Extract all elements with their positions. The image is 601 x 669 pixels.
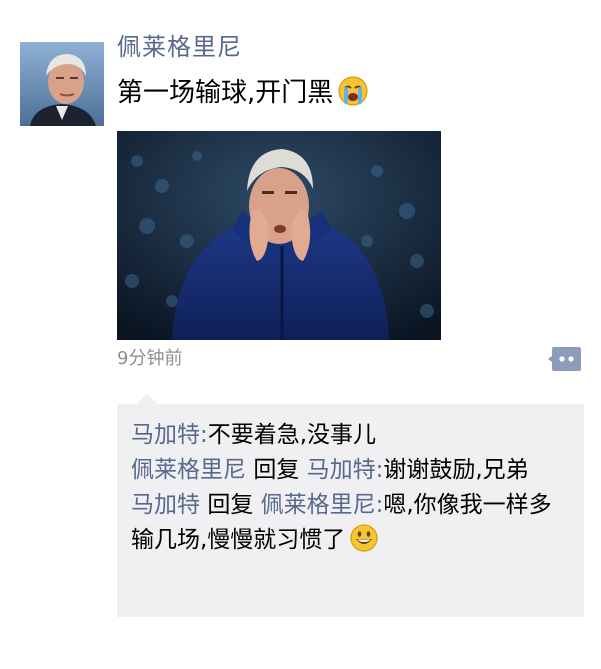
author-name[interactable]: 佩莱格里尼 (117, 30, 242, 64)
comment-item[interactable]: 佩莱格里尼 回复 马加特:谢谢鼓励,兄弟 (131, 453, 570, 488)
comment-text: 不要着急,没事儿 (207, 422, 377, 448)
comment-item[interactable]: 马加特:不要着急,没事儿 (131, 418, 570, 453)
comment-caret (137, 394, 157, 404)
reply-label: 回复 (207, 492, 254, 518)
comment-separator: : (200, 422, 208, 448)
commenter-name[interactable]: 佩莱格里尼 (131, 457, 246, 483)
post-time: 9分钟前 (117, 348, 183, 369)
commenter-name[interactable]: 马加特 (131, 492, 200, 518)
comment-button[interactable] (548, 346, 582, 372)
post-text-line: 第一场输球,开门黑 (117, 74, 369, 118)
comment-text: 谢谢鼓励,兄弟 (383, 457, 529, 483)
avatar[interactable] (20, 42, 104, 126)
post-text: 第一场输球,开门黑 (117, 78, 334, 108)
manager-photo (117, 131, 441, 340)
comment-section: 马加特:不要着急,没事儿 佩莱格里尼 回复 马加特:谢谢鼓励,兄弟 马加特 回复… (117, 394, 584, 617)
commenter-name[interactable]: 马加特 (131, 422, 200, 448)
crying-face-icon (337, 75, 369, 118)
avatar-image (20, 42, 104, 126)
grinning-face-icon (349, 523, 379, 564)
comment-item[interactable]: 马加特 回复 佩莱格里尼:嗯,你像我一样多输几场,慢慢就习惯了 (131, 488, 570, 564)
reply-target-name[interactable]: 马加特 (307, 457, 376, 483)
reply-target-name[interactable]: 佩莱格里尼 (261, 492, 376, 518)
reply-label: 回复 (253, 457, 300, 483)
post-photo[interactable] (117, 131, 441, 340)
comment-bubble-icon (548, 347, 581, 371)
